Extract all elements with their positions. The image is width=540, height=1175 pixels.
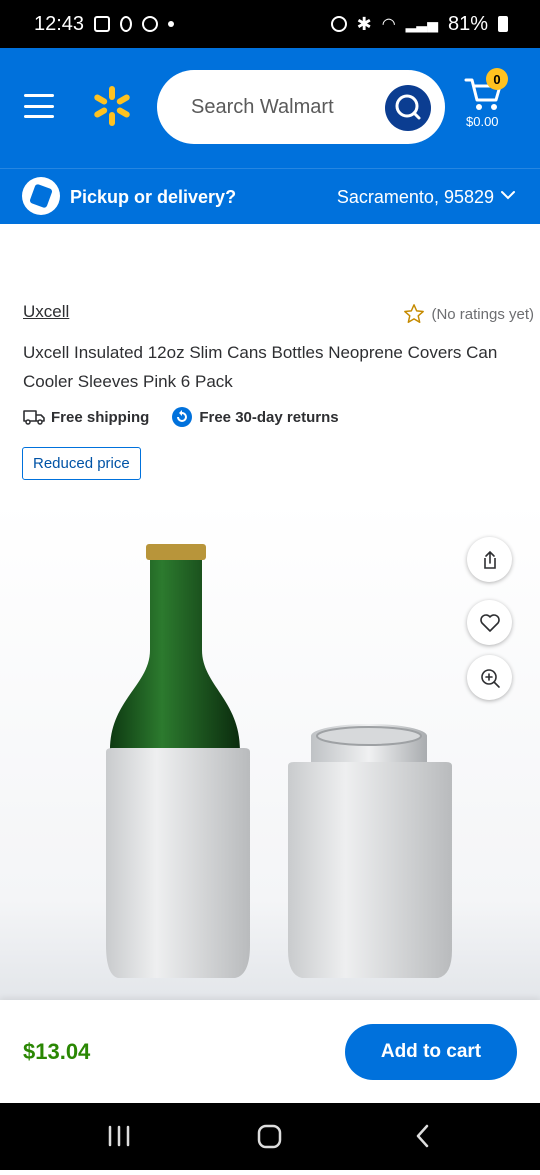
- back-icon[interactable]: [416, 1124, 429, 1148]
- pickup-location: Sacramento, 95829: [336, 187, 494, 207]
- truck-icon: [23, 410, 45, 425]
- fulfillment-badges: Free shipping Free 30-day returns: [23, 406, 339, 428]
- zoom-button[interactable]: [467, 655, 512, 700]
- gallery-icon: [94, 16, 111, 32]
- ratings[interactable]: (No ratings yet): [403, 303, 534, 325]
- cart-button[interactable]: 0 $0.00: [462, 68, 522, 140]
- product-image[interactable]: [0, 500, 540, 1000]
- system-navigation-bar: [0, 1103, 540, 1170]
- free-shipping-badge: Free shipping: [23, 408, 149, 426]
- search-icon: [395, 94, 421, 120]
- product-price: $13.04: [23, 1039, 91, 1064]
- add-to-cart-bar: $13.04 Add to cart: [0, 1000, 540, 1103]
- zoom-in-icon: [480, 668, 500, 688]
- returns-icon: [172, 407, 193, 427]
- pickup-icon: [22, 177, 60, 215]
- bluetooth-icon: ✱: [356, 13, 372, 34]
- favorite-button[interactable]: [467, 600, 512, 645]
- battery-percent: 81%: [447, 12, 488, 35]
- app-header: Search Walmart 0 $0.00: [0, 48, 540, 168]
- status-bar: 12:43 ✱ ◠ ▂▃▅ 81%: [0, 0, 540, 48]
- battery-icon: [498, 16, 508, 32]
- recent-apps-icon[interactable]: [108, 1125, 130, 1147]
- heart-icon: [479, 613, 500, 632]
- can-shape: [288, 724, 452, 978]
- accessibility-icon: [120, 16, 133, 32]
- cart-total: $0.00: [466, 114, 499, 129]
- star-icon: [404, 304, 425, 323]
- ratings-text: (No ratings yet): [431, 305, 534, 323]
- cart-count-badge: 0: [486, 68, 508, 90]
- menu-icon[interactable]: [24, 94, 54, 118]
- search-button[interactable]: [385, 85, 431, 131]
- brand-link[interactable]: Uxcell: [23, 302, 69, 322]
- search-input[interactable]: Search Walmart: [157, 70, 445, 144]
- share-button[interactable]: [467, 537, 512, 582]
- chevron-down-icon: [501, 191, 515, 200]
- free-shipping-label: Free shipping: [51, 408, 150, 426]
- pickup-label: Pickup or delivery?: [70, 187, 237, 207]
- alarm-icon: [330, 16, 347, 32]
- status-time: 12:43: [34, 12, 85, 35]
- reduced-price-tag: Reduced price: [22, 447, 141, 480]
- sync-icon: [142, 16, 159, 32]
- add-to-cart-button[interactable]: Add to cart: [345, 1024, 517, 1080]
- signal-icon: ▂▃▅: [405, 15, 438, 32]
- free-returns-label: Free 30-day returns: [199, 408, 339, 426]
- home-icon[interactable]: [257, 1124, 282, 1149]
- search-placeholder: Search Walmart: [191, 96, 334, 118]
- walmart-spark-logo[interactable]: [92, 86, 132, 126]
- share-icon: [483, 550, 496, 569]
- notification-dot-icon: [168, 21, 175, 27]
- product-title: Uxcell Insulated 12oz Slim Cans Bottles …: [23, 343, 498, 391]
- wifi-icon: ◠: [381, 16, 396, 33]
- pickup-delivery-bar[interactable]: Pickup or delivery? Sacramento, 95829: [0, 168, 540, 224]
- free-returns-badge: Free 30-day returns: [171, 406, 339, 428]
